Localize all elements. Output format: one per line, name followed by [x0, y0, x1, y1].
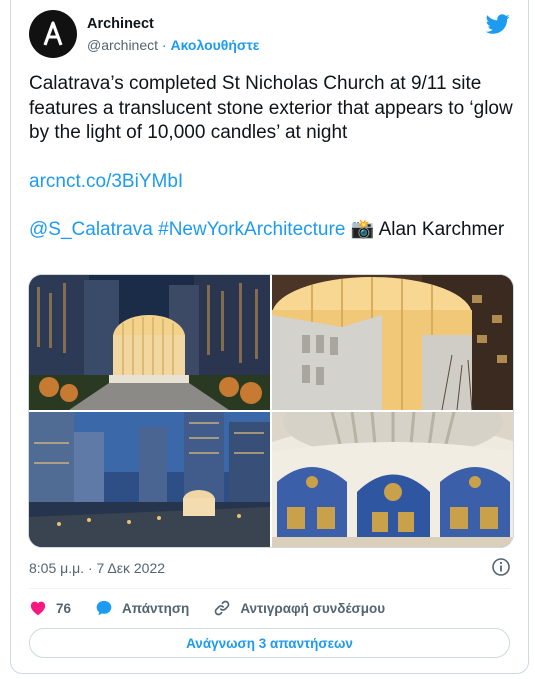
- tweet-header: Archinect @archinect · Ακολουθήστε: [29, 10, 510, 60]
- mention-link[interactable]: @S_Calatrava: [29, 219, 153, 240]
- camera-emoji-icon: 📸: [350, 219, 375, 240]
- reply-button[interactable]: Απάντηση: [95, 599, 189, 617]
- author-name[interactable]: Archinect: [87, 16, 154, 32]
- tweet-link[interactable]: arcnct.co/3BiYMbI: [29, 171, 183, 192]
- twitter-bird-icon[interactable]: [486, 12, 510, 36]
- copy-link-label: Αντιγραφή συνδέσμου: [240, 600, 386, 616]
- hashtag-link[interactable]: #NewYorkArchitecture: [158, 219, 345, 240]
- divider: [29, 588, 510, 589]
- follow-button[interactable]: Ακολουθήστε: [170, 37, 259, 53]
- separator: ·: [158, 37, 171, 53]
- speech-bubble-icon: [96, 600, 112, 616]
- reply-label: Απάντηση: [122, 600, 190, 616]
- tweet-actions: 76 Απάντηση Αντιγραφή συνδέσμου: [29, 597, 409, 619]
- tweet-body: Calatrava’s completed St Nicholas Church…: [29, 73, 513, 143]
- like-count: 76: [56, 600, 72, 616]
- author-handle-line: @archinect · Ακολουθήστε: [87, 37, 259, 53]
- church-night-photo[interactable]: [29, 275, 270, 410]
- archinect-logo-icon: [43, 21, 63, 46]
- photo-credit: Alan Karchmer: [378, 219, 505, 240]
- info-icon[interactable]: [491, 557, 511, 577]
- tweet-text: Calatrava’s completed St Nicholas Church…: [29, 72, 519, 243]
- church-closeup-photo[interactable]: [272, 275, 513, 410]
- tweet-card: Archinect @archinect · Ακολουθήστε Calat…: [10, 0, 529, 674]
- author-handle[interactable]: @archinect: [87, 37, 158, 53]
- avatar[interactable]: [29, 10, 77, 58]
- read-replies-button[interactable]: Ανάγνωση 3 απαντήσεων: [29, 628, 510, 658]
- photo-grid: [28, 274, 514, 548]
- tweet-timestamp[interactable]: 8:05 μ.μ. · 7 Δεκ 2022: [29, 560, 165, 576]
- link-icon: [215, 600, 230, 616]
- wtc-dusk-photo[interactable]: [29, 412, 270, 547]
- like-button[interactable]: 76: [29, 599, 71, 617]
- copy-link-button[interactable]: Αντιγραφή συνδέσμου: [213, 599, 385, 617]
- church-interior-dome-photo[interactable]: [272, 412, 513, 547]
- heart-icon: [30, 601, 46, 616]
